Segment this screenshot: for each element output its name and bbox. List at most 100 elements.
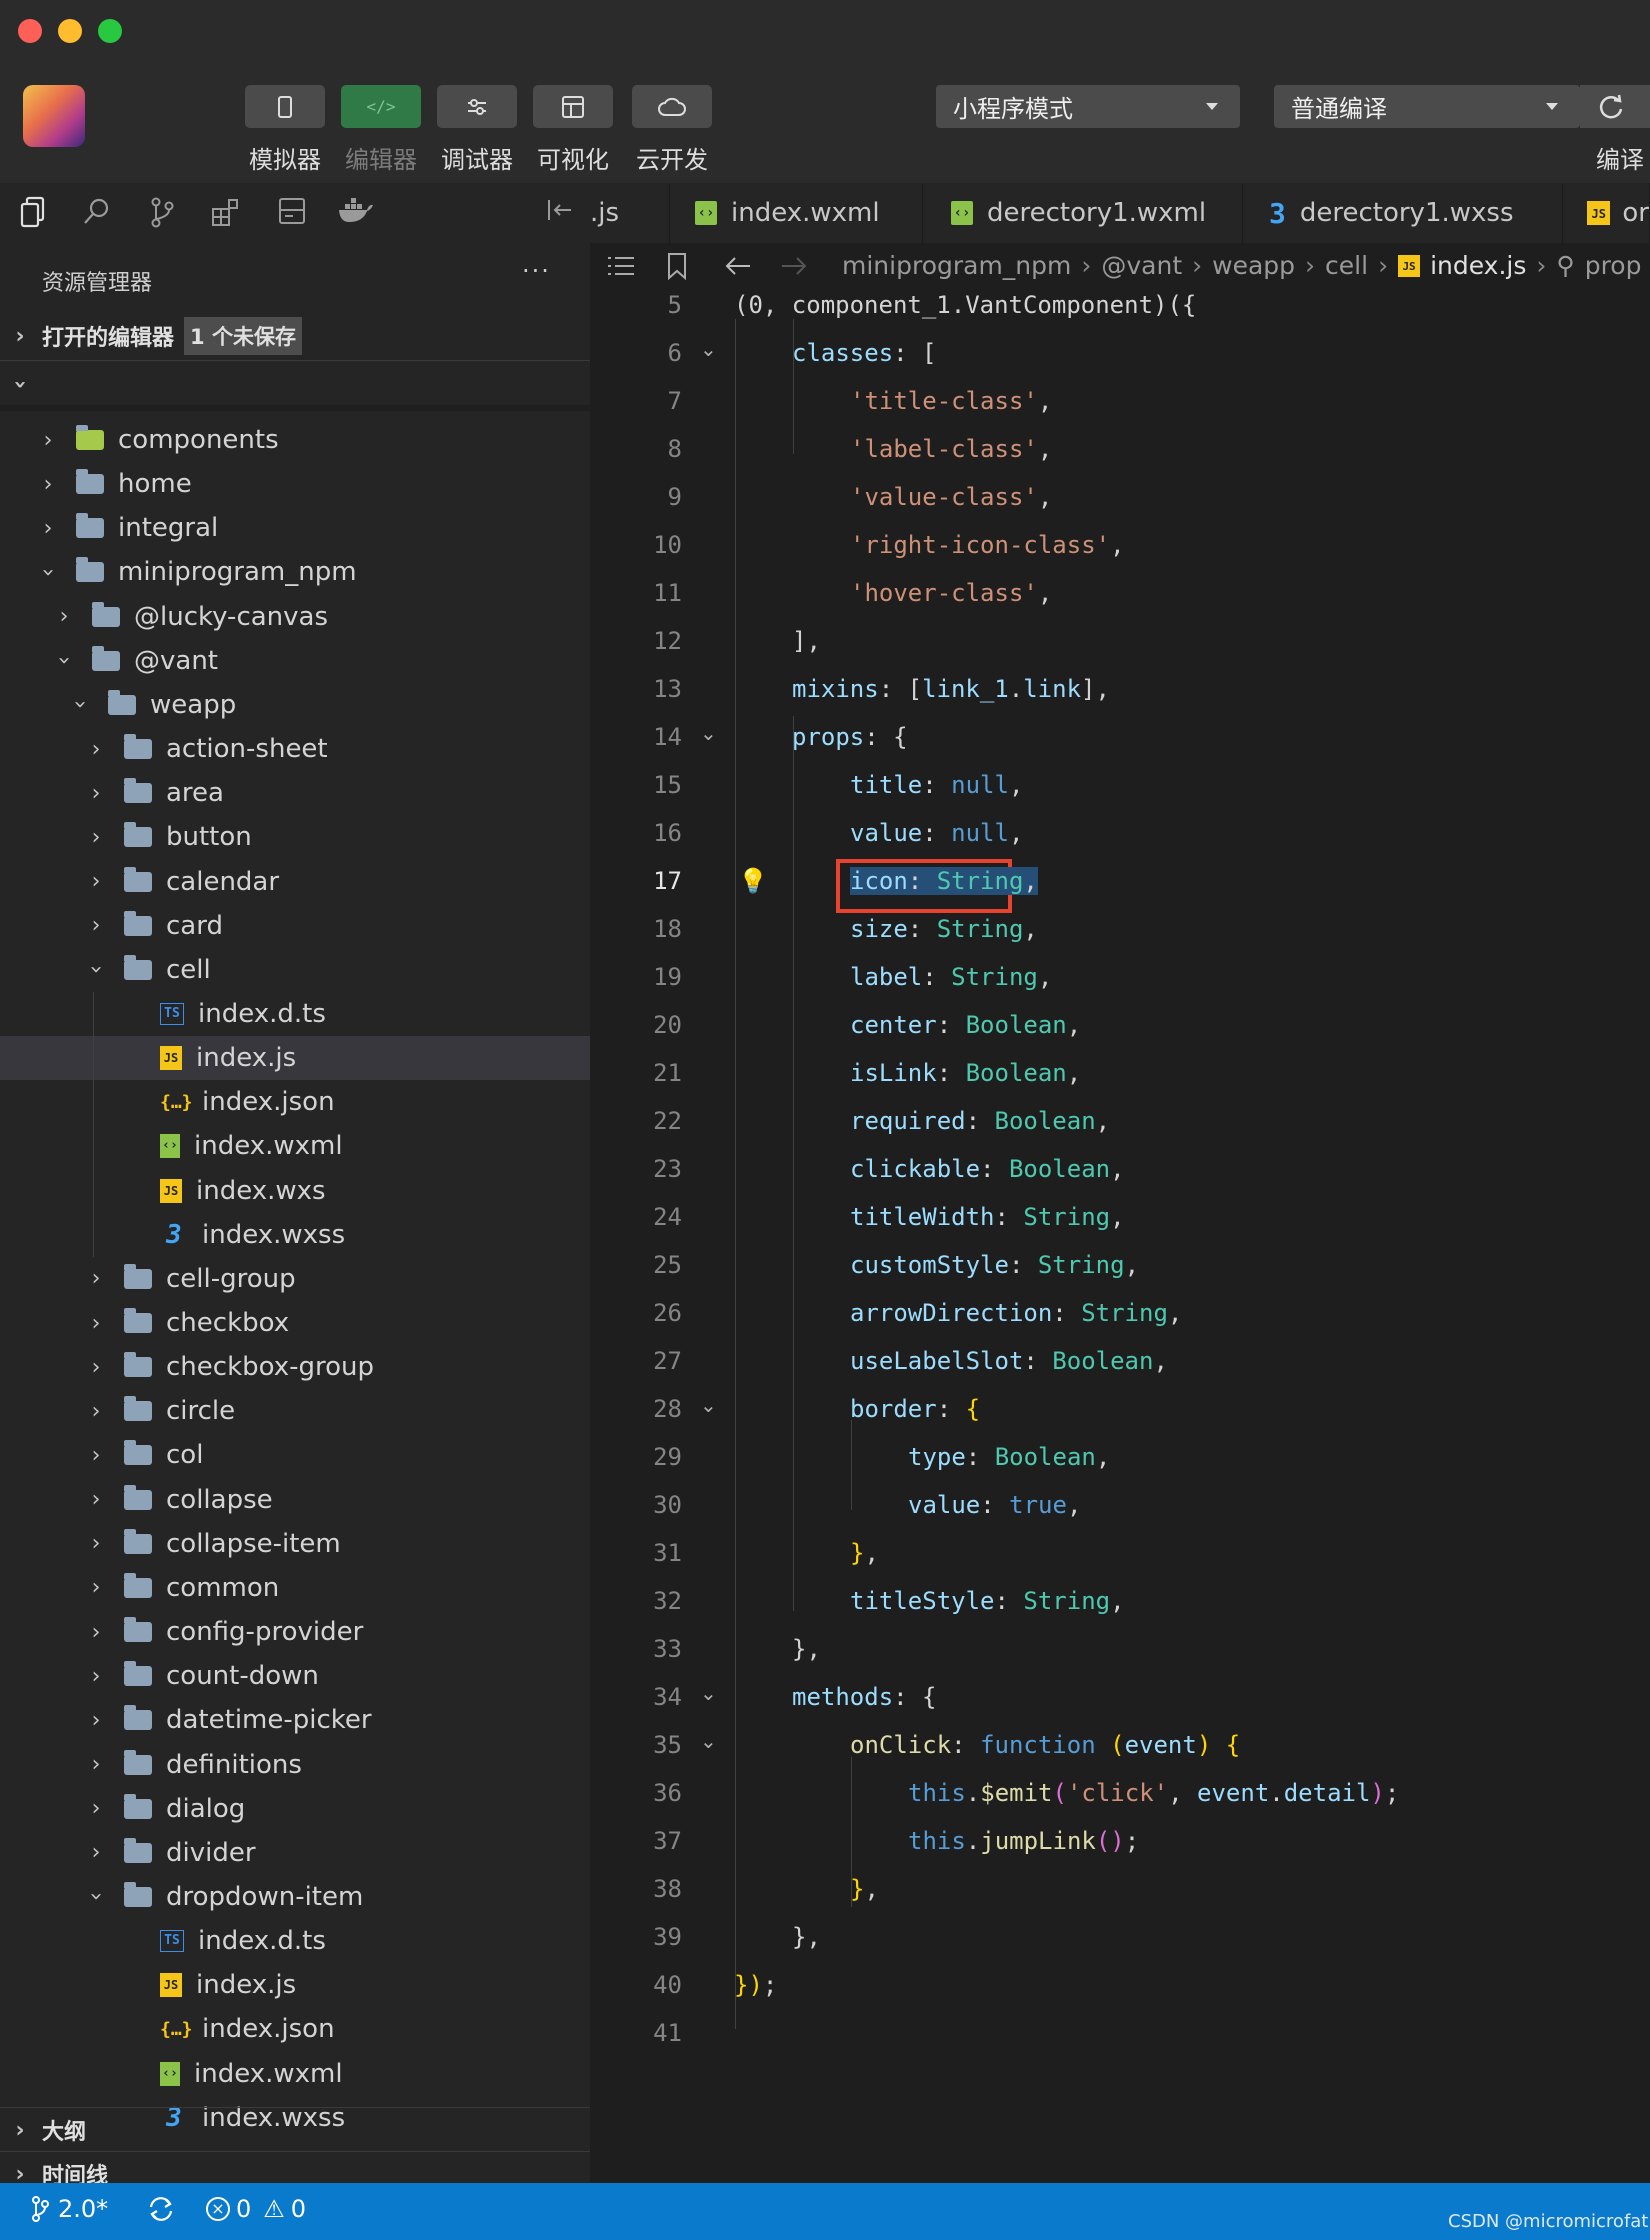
fold-chevron-icon[interactable]: ⌄ [700, 1729, 717, 1753]
tree-file[interactable]: TS index.d.ts [0, 1919, 590, 1963]
tree-folder[interactable]: › home [0, 462, 590, 506]
tree-folder[interactable]: › card [0, 904, 590, 948]
tree-file[interactable]: 3 index.wxss [0, 1213, 590, 1257]
mode-select[interactable]: 小程序模式 [936, 85, 1240, 128]
indent-guide [93, 991, 94, 1257]
files-icon[interactable] [16, 196, 50, 230]
debugger-button[interactable] [437, 85, 517, 128]
breadcrumb-item[interactable]: prop [1585, 251, 1642, 280]
tree-folder[interactable]: › dialog [0, 1787, 590, 1831]
tree-folder[interactable]: › col [0, 1433, 590, 1477]
open-editors-section[interactable]: › 打开的编辑器 1 个未保存 [0, 315, 590, 357]
code-line: }); [734, 1971, 777, 1999]
code-line: classes: [ [792, 339, 937, 367]
tree-folder[interactable]: › area [0, 771, 590, 815]
breadcrumb-item[interactable]: @vant [1101, 251, 1182, 280]
compile-button[interactable] [1580, 85, 1650, 128]
tree-folder[interactable]: › checkbox-group [0, 1345, 590, 1389]
tree-folder[interactable]: › circle [0, 1389, 590, 1433]
tree-folder[interactable]: › calendar [0, 860, 590, 904]
cloud-button[interactable] [632, 85, 712, 128]
tab-derectory1-wxss[interactable]: 3 derectory1.wxss [1243, 183, 1563, 243]
back-arrow-icon[interactable] [724, 255, 752, 277]
workspace-section[interactable]: › [0, 363, 590, 405]
docker-icon[interactable] [336, 196, 376, 230]
compile-select[interactable]: 普通编译 [1274, 85, 1580, 128]
tree-folder[interactable]: › collapse-item [0, 1522, 590, 1566]
tree-folder[interactable]: › count-down [0, 1654, 590, 1698]
collapse-panel-icon[interactable] [543, 196, 577, 230]
tree-file[interactable]: TS index.d.ts [0, 992, 590, 1036]
css-file-icon: 3 [166, 1219, 182, 1250]
storage-icon[interactable] [275, 196, 309, 230]
tree-folder[interactable]: › cell-group [0, 1257, 590, 1301]
tree-folder[interactable]: › weapp [0, 683, 590, 727]
fold-chevron-icon[interactable]: ⌄ [700, 1393, 717, 1417]
tree-folder[interactable]: › definitions [0, 1743, 590, 1787]
tree-folder[interactable]: › miniprogram_npm [0, 550, 590, 594]
outline-section[interactable]: › 大纲 [0, 2109, 590, 2151]
tab-index-wxml[interactable]: ‹› index.wxml [670, 183, 923, 243]
tree-file[interactable]: JS index.js [0, 1963, 590, 2007]
search-icon[interactable] [80, 196, 114, 230]
code-token: Boolean [994, 1443, 1096, 1471]
zoom-window-button[interactable] [98, 19, 122, 43]
breadcrumb-item[interactable]: index.js [1430, 251, 1526, 280]
fold-chevron-icon[interactable]: ⌄ [700, 337, 717, 361]
tree-folder[interactable]: › components [0, 418, 590, 462]
tree-folder[interactable]: › dropdown-item [0, 1875, 590, 1919]
tab-derectory1-wxml[interactable]: ‹› derectory1.wxml [923, 183, 1243, 243]
tree-folder[interactable]: › checkbox [0, 1301, 590, 1345]
branch-indicator[interactable]: 2.0* [30, 2195, 108, 2223]
breadcrumb-item[interactable]: weapp [1212, 251, 1295, 280]
code-token: : { [864, 723, 908, 751]
avatar[interactable] [23, 85, 85, 147]
tree-file[interactable]: {…} index.json [0, 1080, 590, 1124]
tree-folder[interactable]: › config-provider [0, 1610, 590, 1654]
tree-file[interactable]: JS index.js [0, 1036, 590, 1081]
tree-file[interactable]: ‹› index.wxml [0, 2052, 590, 2096]
tree-folder[interactable]: › button [0, 815, 590, 859]
tree-folder[interactable]: › common [0, 1566, 590, 1610]
lightbulb-icon[interactable]: 💡 [738, 867, 768, 895]
tree-file[interactable]: {…} index.json [0, 2007, 590, 2051]
close-window-button[interactable] [18, 19, 42, 43]
folder-icon [124, 1352, 152, 1378]
tree-folder[interactable]: › collapse [0, 1478, 590, 1522]
simulator-button[interactable] [245, 85, 325, 128]
forward-arrow-icon[interactable] [780, 255, 808, 277]
cloud-label: 云开发 [636, 146, 708, 174]
tab-or[interactable]: JS or [1563, 183, 1650, 243]
sync-icon[interactable] [146, 2194, 176, 2228]
visual-button[interactable] [533, 85, 613, 128]
code-token: : [907, 867, 937, 895]
tree-folder[interactable]: › @vant [0, 639, 590, 683]
tree-file[interactable]: JS index.wxs [0, 1169, 590, 1213]
editor-button[interactable]: </> [341, 85, 421, 128]
extensions-icon[interactable] [209, 196, 243, 230]
list-icon[interactable] [606, 255, 636, 277]
code-token: jumpLink [980, 1827, 1096, 1855]
breadcrumb-item[interactable]: miniprogram_npm [842, 251, 1071, 280]
code-token: link [1023, 675, 1082, 703]
code-line: titleWidth: String, [850, 1203, 1125, 1231]
code-editor[interactable] [590, 289, 1650, 2183]
code-token: event [1124, 1731, 1197, 1759]
tree-folder[interactable]: › cell [0, 948, 590, 992]
more-actions-button[interactable]: ··· [522, 257, 551, 285]
tab-js[interactable]: .js [590, 183, 670, 243]
tree-item-label: dialog [166, 1793, 246, 1824]
fold-chevron-icon[interactable]: ⌄ [700, 1681, 717, 1705]
bookmark-icon[interactable] [666, 252, 688, 280]
tree-folder[interactable]: › integral [0, 506, 590, 550]
fold-chevron-icon[interactable]: ⌄ [700, 721, 717, 745]
tree-folder[interactable]: › action-sheet [0, 727, 590, 771]
tree-file[interactable]: ‹› index.wxml [0, 1124, 590, 1168]
source-control-icon[interactable] [145, 196, 179, 230]
breadcrumb-item[interactable]: cell [1325, 251, 1368, 280]
tree-folder[interactable]: › divider [0, 1831, 590, 1875]
problems-indicator[interactable]: × 0 ⚠ 0 [206, 2195, 306, 2223]
tree-folder[interactable]: › @lucky-canvas [0, 595, 590, 639]
tree-folder[interactable]: › datetime-picker [0, 1698, 590, 1742]
minimize-window-button[interactable] [58, 19, 82, 43]
